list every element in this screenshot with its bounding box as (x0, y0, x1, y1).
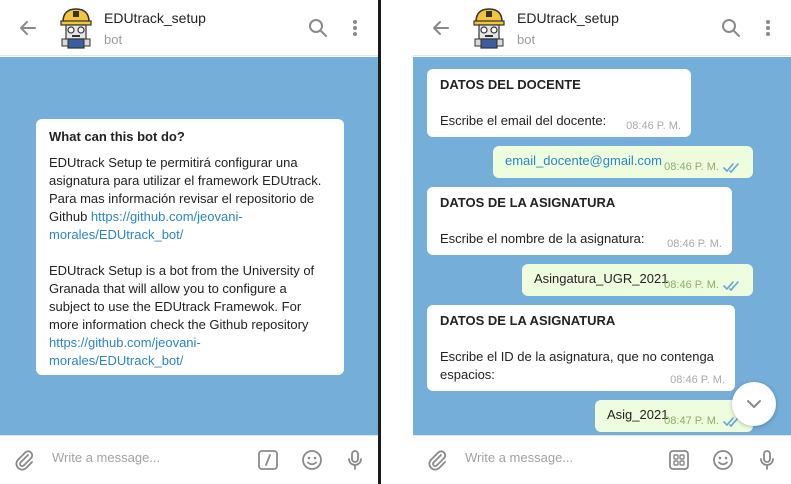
message-text[interactable]: email_docente@gmail.com (505, 153, 662, 168)
chat-title[interactable]: EDUtrack_setup (104, 10, 206, 26)
bot-info-description-en: EDUtrack Setup is a bot from the Univers… (49, 263, 315, 368)
message-text: Escribe el email del docente: (440, 113, 607, 128)
search-button[interactable] (719, 16, 743, 40)
message-time: 08:46 P. M. (626, 120, 681, 132)
message-composer (0, 435, 378, 484)
chat-area: DATOS DEL DOCENTE Escribe el email del d… (413, 57, 791, 435)
smile-icon (713, 450, 733, 470)
message-text: Asingatura_UGR_2021 (534, 271, 669, 286)
paperclip-icon (15, 450, 34, 471)
search-icon (309, 19, 327, 37)
outgoing-message: email_docente@gmail.com 08:46 P. M. (493, 146, 753, 178)
bot-avatar[interactable] (469, 4, 509, 50)
search-button[interactable] (306, 16, 330, 40)
message-heading: DATOS DE LA ASIGNATURA (440, 195, 616, 210)
double-check-icon (723, 281, 739, 291)
message-time: 08:46 P. M. (664, 161, 719, 173)
arrow-left-icon (20, 21, 36, 35)
panel-divider (381, 0, 413, 484)
incoming-message: DATOS DEL DOCENTE Escribe el email del d… (427, 69, 691, 137)
message-time: 08:47 P. M. (664, 415, 719, 427)
search-icon (722, 19, 740, 37)
github-link[interactable]: morales/EDUtrack_bot/ (49, 353, 183, 368)
more-vertical-icon[interactable] (763, 16, 773, 40)
attach-button[interactable] (425, 448, 449, 472)
github-link[interactable]: https://github.com/jeovani- (91, 209, 243, 224)
microphone-icon (348, 450, 362, 470)
bot-info-title: What can this bot do? (49, 129, 185, 144)
more-vertical-icon[interactable] (350, 16, 360, 40)
message-time: 08:46 P. M. (670, 374, 725, 386)
left-chat-window: EDUtrack_setup bot What can this bot do?… (0, 0, 381, 484)
message-text: Escribe el nombre de la asignatura: (440, 231, 645, 246)
message-composer (413, 435, 791, 484)
chat-header: EDUtrack_setup bot (413, 0, 791, 56)
message-input[interactable] (52, 450, 212, 465)
message-input[interactable] (465, 450, 625, 465)
arrow-left-icon (433, 21, 449, 35)
message-heading: DATOS DE LA ASIGNATURA (440, 313, 616, 328)
chat-area: What can this bot do? EDUtrack Setup te … (0, 57, 378, 435)
slash-command-icon (258, 450, 278, 470)
back-button[interactable] (14, 14, 42, 42)
emoji-button[interactable] (300, 448, 324, 472)
chat-subtitle: bot (517, 32, 536, 47)
bot-keyboard-icon (669, 450, 689, 470)
smile-icon (302, 450, 322, 470)
outgoing-message: Asig_2021 08:47 P. M. (595, 400, 753, 432)
attach-button[interactable] (12, 448, 36, 472)
message-text: Asig_2021 (607, 407, 669, 422)
bot-avatar[interactable] (56, 4, 96, 50)
outgoing-message: Asingatura_UGR_2021 08:46 P. M. (522, 264, 753, 296)
right-chat-window: EDUtrack_setup bot DATOS DEL DOCENTE Esc… (413, 0, 791, 484)
voice-button[interactable] (755, 448, 779, 472)
incoming-message: DATOS DE LA ASIGNATURA Escribe el nombre… (427, 187, 732, 255)
github-link[interactable]: https://github.com/jeovani- (49, 335, 201, 350)
scroll-down-button[interactable] (732, 382, 776, 426)
commands-button[interactable] (256, 448, 280, 472)
voice-button[interactable] (343, 448, 367, 472)
bot-info-card: What can this bot do? EDUtrack Setup te … (36, 119, 344, 375)
message-time: 08:46 P. M. (667, 238, 722, 250)
bot-info-description-es: EDUtrack Setup te permitirá configurar u… (49, 155, 322, 242)
microphone-icon (760, 450, 774, 470)
chat-title[interactable]: EDUtrack_setup (517, 10, 619, 26)
bot-keyboard-button[interactable] (667, 448, 691, 472)
message-time: 08:46 P. M. (664, 279, 719, 291)
github-link[interactable]: morales/EDUtrack_bot/ (49, 227, 183, 242)
incoming-message: DATOS DE LA ASIGNATURA Escribe el ID de … (427, 305, 735, 391)
back-button[interactable] (427, 14, 455, 42)
chevron-down-icon (747, 400, 761, 408)
chat-subtitle: bot (104, 32, 123, 47)
emoji-button[interactable] (711, 448, 735, 472)
double-check-icon (723, 163, 739, 173)
chat-header: EDUtrack_setup bot (0, 0, 378, 56)
paperclip-icon (428, 450, 447, 471)
message-heading: DATOS DEL DOCENTE (440, 77, 581, 92)
